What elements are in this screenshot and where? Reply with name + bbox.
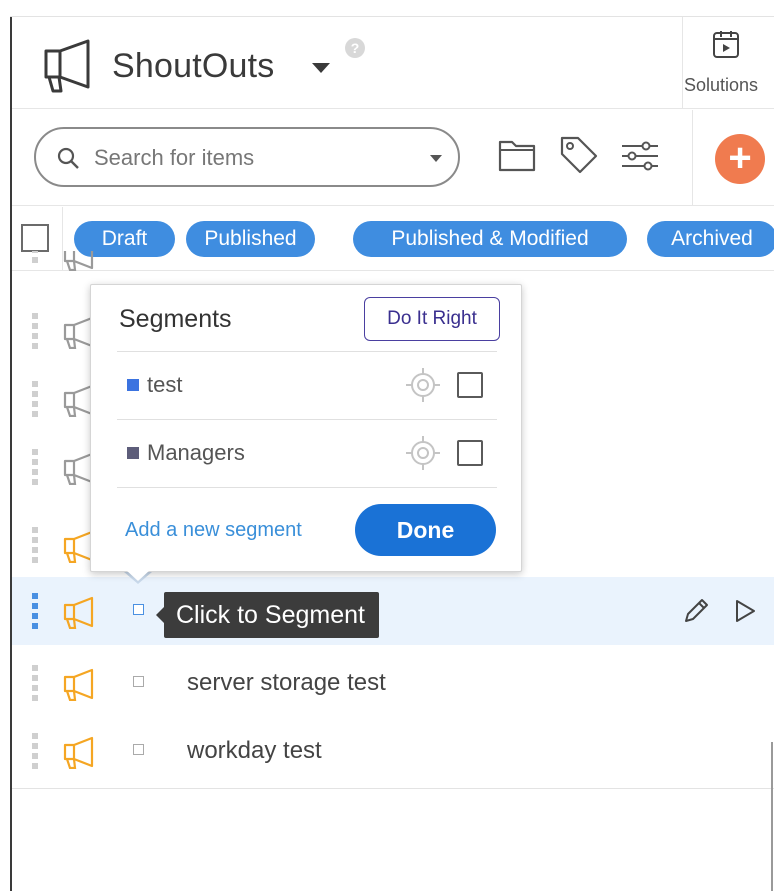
list-item[interactable]: [12, 251, 774, 281]
add-segment-link[interactable]: Add a new segment: [125, 519, 302, 542]
play-icon[interactable]: [734, 599, 756, 623]
popup-divider: [117, 487, 497, 488]
help-icon[interactable]: ?: [345, 38, 365, 58]
segment-color-swatch: [127, 379, 139, 391]
list-item[interactable]: workday test: [12, 717, 774, 785]
row-checkbox[interactable]: [133, 676, 144, 687]
popup-title: Segments: [119, 305, 232, 333]
megaphone-icon: [44, 39, 90, 93]
drag-handle[interactable]: [32, 251, 40, 281]
target-icon[interactable]: [405, 367, 441, 403]
tag-icon[interactable]: [556, 132, 600, 176]
header-divider: [682, 17, 683, 109]
item-title[interactable]: server storage test: [187, 669, 386, 697]
select-all-checkbox[interactable]: [21, 224, 49, 252]
do-it-right-button[interactable]: Do It Right: [364, 297, 500, 341]
header: ShoutOuts ? Solutions: [12, 17, 774, 109]
segment-row-managers[interactable]: Managers: [117, 420, 497, 487]
drag-handle[interactable]: [32, 449, 40, 485]
popup-arrow-fill: [126, 570, 150, 581]
segment-checkbox[interactable]: [457, 372, 483, 398]
drag-handle[interactable]: [32, 381, 40, 417]
drag-handle[interactable]: [32, 313, 40, 349]
segment-label: test: [147, 372, 183, 397]
megaphone-icon: [63, 251, 94, 271]
chevron-down-icon[interactable]: [430, 155, 442, 162]
toolbar-divider: [692, 110, 693, 206]
segment-row-test[interactable]: test: [117, 352, 497, 419]
add-button[interactable]: +: [715, 134, 765, 184]
megaphone-icon: [63, 596, 94, 629]
app-title[interactable]: ShoutOuts: [112, 47, 274, 86]
segment-label: Managers: [147, 440, 245, 465]
search-input[interactable]: Search for items: [34, 127, 460, 187]
drag-handle[interactable]: [32, 665, 40, 701]
pencil-icon[interactable]: [682, 597, 710, 625]
list-item[interactable]: server storage test: [12, 649, 774, 717]
done-button[interactable]: Done: [355, 504, 496, 556]
toolbar: Search for items +: [12, 110, 774, 206]
segment-tooltip: Click to Segment: [156, 592, 379, 638]
drag-handle[interactable]: [32, 593, 40, 629]
item-title[interactable]: workday test: [187, 737, 322, 765]
folder-icon[interactable]: [496, 134, 540, 178]
search-icon: [57, 147, 79, 169]
megaphone-icon: [63, 668, 94, 701]
drag-handle[interactable]: [32, 733, 40, 769]
segment-toggle-checkbox[interactable]: [133, 604, 144, 615]
chevron-down-icon[interactable]: [312, 63, 330, 73]
segments-popup: Segments Do It Right test Managers Add a…: [90, 284, 522, 572]
megaphone-icon: [63, 736, 94, 769]
target-icon[interactable]: [405, 435, 441, 471]
list-bottom-divider: [12, 788, 774, 789]
filter-settings-icon[interactable]: [618, 136, 662, 180]
list-item-selected[interactable]: [12, 577, 774, 645]
row-checkbox[interactable]: [133, 744, 144, 755]
segment-checkbox[interactable]: [457, 440, 483, 466]
solutions-icon[interactable]: [712, 29, 740, 59]
app-window: ShoutOuts ? Solutions Search for items +…: [0, 0, 774, 891]
segment-color-swatch: [127, 447, 139, 459]
drag-handle[interactable]: [32, 527, 40, 563]
scrollbar[interactable]: [771, 742, 773, 891]
search-placeholder: Search for items: [94, 145, 255, 170]
solutions-label[interactable]: Solutions: [684, 75, 758, 96]
